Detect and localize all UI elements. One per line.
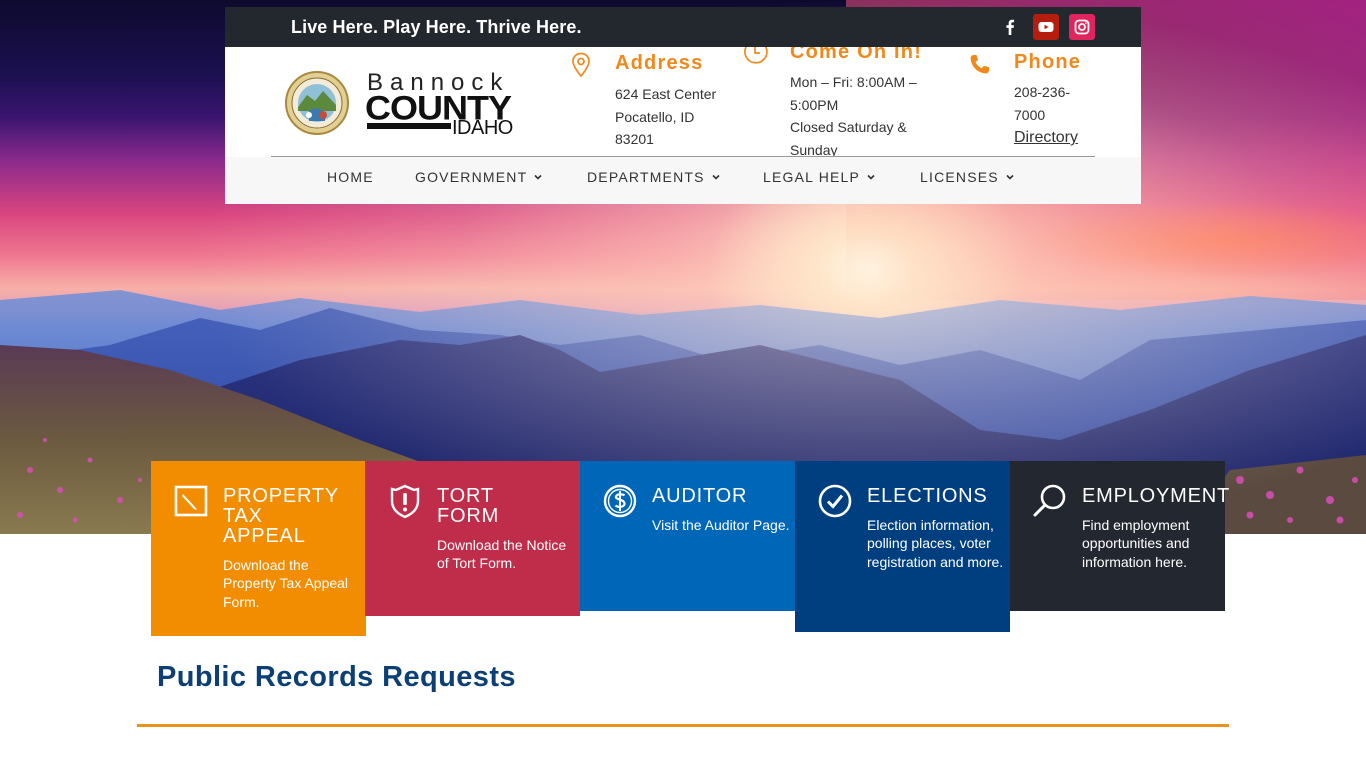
hours-line: Mon – Fri: 8:00AM – bbox=[790, 74, 917, 90]
nav-item-licenses[interactable]: LICENSES bbox=[920, 169, 1015, 185]
phone-block: Phone 208-236- 7000 Directory bbox=[967, 51, 1107, 156]
facebook-link[interactable] bbox=[997, 14, 1023, 40]
address-line: Pocatello, ID bbox=[615, 108, 695, 125]
site-tagline: Live Here. Play Here. Thrive Here. bbox=[291, 17, 582, 37]
hours-title: Come On In! bbox=[790, 47, 923, 63]
facebook-icon bbox=[1006, 19, 1015, 35]
shield-alert-icon bbox=[390, 484, 420, 519]
site-logo[interactable]: Bannock COUNTY IDAHO bbox=[285, 67, 525, 142]
address-line: 83201 bbox=[615, 131, 654, 147]
tile-elections[interactable]: ELECTIONS Election information, polling … bbox=[795, 461, 1010, 632]
top-bar: Live Here. Play Here. Thrive Here. bbox=[225, 7, 1141, 47]
nav-item-label: LEGAL HELP bbox=[763, 169, 861, 185]
tile-description: Find employment opportunities and inform… bbox=[1082, 517, 1190, 570]
address-text: 624 East Center Pocatello, ID 83201 bbox=[615, 83, 716, 151]
tile-auditor[interactable]: AUDITOR Visit the Auditor Page. bbox=[580, 461, 795, 611]
map-pin-icon bbox=[572, 52, 590, 78]
hours-text: Mon – Fri: 8:00AM – 5:00PM Closed Saturd… bbox=[790, 71, 917, 161]
youtube-icon bbox=[1038, 22, 1054, 32]
logo-bar bbox=[367, 123, 451, 129]
tile-description: Visit the Auditor Page. bbox=[652, 517, 790, 533]
section-title-public-records: Public Records Requests bbox=[157, 661, 516, 693]
address-block: Address 624 East Center Pocatello, ID 83… bbox=[571, 52, 741, 152]
phone-number-line: 208-236- bbox=[1014, 84, 1071, 100]
tile-title: EMPLOYMENT bbox=[1082, 485, 1231, 507]
instagram-icon bbox=[1074, 19, 1090, 35]
phone-icon bbox=[970, 55, 989, 74]
header-info-card: Bannock COUNTY IDAHO Address 624 East Ce… bbox=[225, 47, 1141, 204]
phone-number-line: 7000 bbox=[1014, 106, 1046, 123]
tile-employment[interactable]: EMPLOYMENT Find employment opportunities… bbox=[1010, 461, 1229, 611]
youtube-link[interactable] bbox=[1033, 14, 1059, 40]
chevron-down-icon bbox=[1006, 174, 1014, 180]
search-icon bbox=[1033, 484, 1066, 517]
tile-description: Election information, polling places, vo… bbox=[867, 517, 1004, 570]
tile-description: Download the Property Tax Appeal Form. bbox=[223, 557, 349, 610]
social-links bbox=[997, 14, 1095, 40]
edit-icon bbox=[174, 485, 208, 517]
address-title: Address bbox=[615, 52, 704, 74]
address-line: 624 East Center bbox=[615, 86, 717, 102]
hours-block: Come On In! Mon – Fri: 8:00AM – 5:00PM C… bbox=[742, 47, 932, 158]
nav-item-departments[interactable]: DEPARTMENTS bbox=[587, 169, 721, 185]
phone-title: Phone bbox=[1014, 51, 1082, 73]
check-circle-icon bbox=[818, 484, 852, 518]
section-divider bbox=[137, 724, 1229, 727]
tile-title: ELECTIONS bbox=[867, 485, 988, 507]
nav-item-label: LICENSES bbox=[920, 169, 999, 185]
nav-item-legal-help[interactable]: LEGAL HELP bbox=[763, 169, 876, 185]
tile-title: TORT FORM bbox=[437, 485, 500, 527]
main-nav: HOME GOVERNMENT DEPARTMENTS LEGAL HELP L… bbox=[225, 157, 1141, 204]
hours-line: 5:00PM bbox=[790, 96, 839, 113]
tile-description: Download the Notice of Tort Form. bbox=[437, 537, 567, 572]
nav-item-label: DEPARTMENTS bbox=[587, 169, 705, 185]
nav-item-government[interactable]: GOVERNMENT bbox=[415, 169, 543, 185]
nav-item-home[interactable]: HOME bbox=[327, 169, 374, 185]
nav-item-label: GOVERNMENT bbox=[415, 169, 528, 185]
directory-link[interactable]: Directory bbox=[1014, 129, 1078, 146]
logo-idaho: IDAHO bbox=[452, 117, 513, 139]
tile-title: AUDITOR bbox=[652, 485, 748, 507]
instagram-link[interactable] bbox=[1069, 14, 1095, 40]
hours-line: Closed Saturday & bbox=[790, 119, 907, 135]
tile-tort-form[interactable]: TORT FORM Download the Notice of Tort Fo… bbox=[365, 461, 580, 616]
tile-title: PROPERTY TAX APPEAL bbox=[223, 485, 340, 547]
phone-text: 208-236- 7000 Directory bbox=[1014, 81, 1078, 150]
nav-item-label: HOME bbox=[327, 169, 374, 185]
clock-icon bbox=[744, 47, 768, 64]
chevron-down-icon bbox=[534, 174, 542, 180]
tile-property-tax-appeal[interactable]: PROPERTY TAX APPEAL Download the Propert… bbox=[151, 461, 366, 636]
chevron-down-icon bbox=[867, 174, 875, 180]
chevron-down-icon bbox=[712, 174, 720, 180]
dollar-circle-icon bbox=[603, 484, 637, 518]
